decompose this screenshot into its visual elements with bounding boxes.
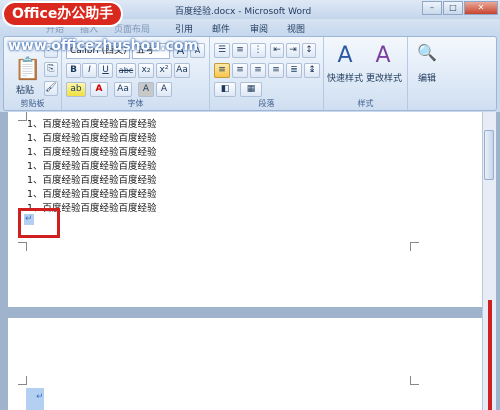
quick-styles-button[interactable]: 快速样式 — [326, 71, 364, 84]
page-corner-bottom-left — [18, 242, 27, 251]
change-case-button[interactable]: Aa — [114, 82, 132, 97]
tab-view[interactable]: 视图 — [287, 22, 305, 35]
window-title: 百度经验.docx - Microsoft Word — [175, 7, 312, 17]
minimize-button[interactable]: – — [422, 1, 442, 15]
tab-mailings[interactable]: 邮件 — [212, 22, 230, 35]
subscript-button[interactable]: x₂ — [138, 63, 154, 78]
document-page-2[interactable] — [8, 318, 482, 410]
numbering-icon[interactable]: ≡ — [232, 43, 248, 58]
close-button[interactable]: ✕ — [464, 1, 498, 15]
editing-button[interactable]: 编辑 — [412, 71, 442, 84]
align-center-icon[interactable]: ≡ — [232, 63, 248, 78]
tab-page-layout[interactable]: 页面布局 — [114, 22, 150, 35]
office-logo-badge: Office办公助手 — [4, 3, 122, 25]
copy-icon[interactable]: ⎘ — [44, 62, 58, 77]
tab-review[interactable]: 审阅 — [250, 22, 268, 35]
strikethrough-button[interactable]: abc — [116, 63, 136, 78]
page2-corner-left — [18, 376, 27, 385]
align-right-icon[interactable]: ≡ — [250, 63, 266, 78]
font-color-button[interactable]: A — [90, 82, 108, 97]
page2-paragraph-mark: ↵ — [36, 392, 44, 402]
styles-group-label: 样式 — [357, 99, 374, 108]
char-border-button[interactable]: A — [156, 82, 172, 97]
change-styles-button[interactable]: 更改样式 — [364, 71, 404, 84]
multilevel-list-icon[interactable]: ⋮ — [250, 43, 266, 58]
highlight-button[interactable]: ab — [66, 82, 86, 97]
document-line-6: 1、百度经验百度经验百度经验 — [27, 189, 157, 200]
paragraph-group-label: 段落 — [258, 99, 275, 108]
borders-icon[interactable]: ▦ — [240, 82, 262, 97]
watermark-url: www.officezhushou.com — [8, 38, 199, 54]
maximize-button[interactable]: □ — [443, 1, 463, 15]
document-line-1: 1、百度经验百度经验百度经验 — [27, 119, 157, 130]
format-painter-icon[interactable]: 🖌 — [44, 81, 58, 96]
document-line-4: 1、百度经验百度经验百度经验 — [27, 161, 157, 172]
italic-button[interactable]: I — [82, 63, 97, 78]
line-spacing-icon[interactable]: ↨ — [304, 63, 320, 78]
window-controls: – □ ✕ — [422, 1, 498, 15]
page-corner-top-left — [18, 112, 27, 121]
document-line-2: 1、百度经验百度经验百度经验 — [27, 133, 157, 144]
highlight-annotation-box — [18, 208, 60, 238]
bold-button[interactable]: B — [66, 63, 81, 78]
font-group-label: 字体 — [127, 99, 144, 108]
quick-styles-icon: A — [337, 43, 353, 68]
sort-icon[interactable]: ↕ — [302, 43, 316, 58]
editing-group: 🔍 编辑 — [408, 37, 448, 110]
document-line-5: 1、百度经验百度经验百度经验 — [27, 175, 157, 186]
distribute-icon[interactable]: ≣ — [286, 63, 302, 78]
red-marker-bar — [488, 300, 492, 410]
clear-format-button[interactable]: Aa — [174, 63, 190, 78]
page2-corner-right — [410, 376, 419, 385]
tab-references[interactable]: 引用 — [175, 22, 193, 35]
justify-icon[interactable]: ≡ — [268, 63, 284, 78]
change-styles-icon: A — [375, 43, 391, 68]
paste-button[interactable]: 粘贴 — [10, 83, 40, 96]
clipboard-group-label: 剪贴板 — [20, 99, 45, 108]
scrollbar-thumb[interactable] — [484, 130, 494, 180]
page-corner-bottom-right — [410, 242, 419, 251]
document-line-3: 1、百度经验百度经验百度经验 — [27, 147, 157, 158]
clipboard-icon: 📋 — [14, 57, 42, 82]
styles-group: A 快速样式 A 更改样式 样式 — [324, 37, 408, 110]
superscript-button[interactable]: x² — [156, 63, 172, 78]
paragraph-group: ☰ ≡ ⋮ ⇤ ⇥ ↕ ≡ ≡ ≡ ≡ ≣ ↨ ◧ ▦ 段落 — [210, 37, 324, 110]
align-left-icon[interactable]: ≡ — [214, 63, 230, 78]
increase-indent-icon[interactable]: ⇥ — [286, 43, 300, 58]
underline-button[interactable]: U — [98, 63, 113, 78]
shading-icon[interactable]: ◧ — [214, 82, 236, 97]
decrease-indent-icon[interactable]: ⇤ — [270, 43, 284, 58]
bullets-icon[interactable]: ☰ — [214, 43, 230, 58]
find-icon: 🔍 — [417, 43, 437, 62]
char-shading-button[interactable]: A — [138, 82, 154, 97]
